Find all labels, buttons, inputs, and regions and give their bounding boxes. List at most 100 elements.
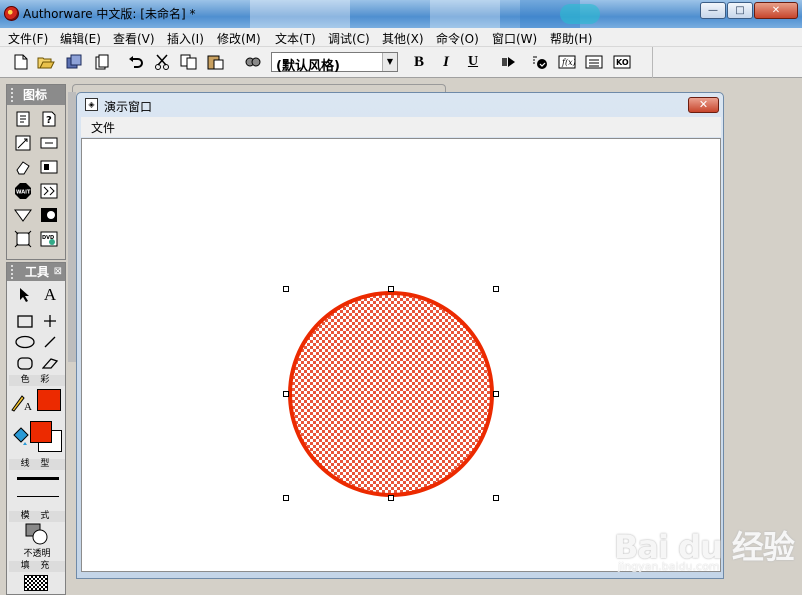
tools-close-icon[interactable]: ⊠ [54, 263, 62, 281]
menu-text[interactable]: 文本(T) [275, 30, 316, 47]
toolbar-divider [652, 47, 653, 78]
open-file-icon[interactable] [37, 53, 55, 71]
presentation-menu-file[interactable]: 文件 [91, 119, 115, 136]
svg-text:f(x): f(x) [561, 58, 576, 67]
selection-handle[interactable] [283, 495, 289, 501]
italic-button[interactable]: I [437, 53, 455, 71]
pen-color-icon[interactable]: A [10, 392, 34, 412]
menu-insert[interactable]: 插入(I) [167, 30, 204, 47]
paste-icon[interactable] [207, 53, 225, 71]
map-icon[interactable] [12, 229, 34, 249]
menu-command[interactable]: 命令(O) [436, 30, 479, 47]
mode-value: 不透明 [23, 549, 51, 559]
control-panel-icon[interactable] [531, 53, 549, 71]
line-thick[interactable] [17, 477, 59, 480]
ellipse-tool[interactable] [14, 332, 36, 352]
dvd-icon[interactable]: DVD [38, 229, 60, 249]
menu-file[interactable]: 文件(F) [8, 30, 48, 47]
bold-button[interactable]: B [410, 53, 428, 71]
line-tool-straight[interactable] [39, 311, 61, 331]
import-icon[interactable] [65, 53, 83, 71]
menu-modify[interactable]: 修改(M) [217, 30, 261, 47]
diagonal-line-tool[interactable] [39, 332, 61, 352]
minimize-button[interactable]: — [700, 2, 726, 19]
icons-palette-header[interactable]: 图标 [7, 85, 65, 105]
tools-palette-title: 工具 [25, 265, 50, 279]
icons-palette: 图标 ? WAIT DVD [6, 84, 66, 260]
menu-bar: 文件(F) 编辑(E) 查看(V) 插入(I) 修改(M) 文本(T) 调试(C… [0, 28, 802, 47]
presentation-title-bar[interactable]: ◈ 演示窗口 ✕ [77, 93, 723, 117]
menu-edit[interactable]: 编辑(E) [60, 30, 101, 47]
motion-icon[interactable] [12, 133, 34, 153]
svg-text:?: ? [46, 115, 52, 126]
color-section-label: 色 彩 [9, 375, 65, 386]
chevron-down-icon[interactable]: ▼ [382, 53, 397, 71]
text-style-select[interactable]: (默认风格) ▼ [271, 52, 398, 74]
close-button[interactable]: ✕ [754, 2, 798, 19]
digital-movie-icon[interactable] [38, 205, 60, 225]
rectangle-tool[interactable] [14, 311, 36, 331]
opaque-mode-icon[interactable] [23, 523, 51, 545]
tools-palette: 工具 ⊠ A 色 彩 A 线 型 模 式 不透明 填 充 [6, 262, 66, 595]
pointer-tool[interactable] [14, 285, 36, 305]
knowledge-objects-icon[interactable]: KO [613, 53, 631, 71]
underline-button[interactable]: U [464, 53, 482, 71]
mode-section-label: 模 式 [9, 511, 65, 522]
presentation-menu-bar: 文件 [81, 117, 721, 137]
stroke-color-swatch[interactable] [37, 389, 61, 411]
selection-handle[interactable] [388, 495, 394, 501]
menu-view[interactable]: 查看(V) [113, 30, 155, 47]
undo-icon[interactable] [127, 53, 145, 71]
tools-palette-header[interactable]: 工具 ⊠ [7, 263, 65, 281]
menu-other[interactable]: 其他(X) [382, 30, 424, 47]
variables-icon[interactable] [585, 53, 603, 71]
desktop-blur [250, 0, 350, 28]
selection-handle[interactable] [493, 391, 499, 397]
fill-bucket-icon[interactable] [10, 426, 32, 446]
watermark-url: jingyan.baidu.com [618, 560, 720, 573]
sound-box-icon[interactable] [38, 157, 60, 177]
fill-section-label: 填 充 [9, 561, 65, 572]
presentation-close-button[interactable]: ✕ [688, 97, 719, 113]
cut-icon[interactable] [153, 53, 171, 71]
line-thin[interactable] [17, 496, 59, 497]
run-icon[interactable] [500, 53, 518, 71]
find-icon[interactable] [244, 53, 262, 71]
question-icon[interactable]: ? [38, 109, 60, 129]
functions-icon[interactable]: f(x) [558, 53, 576, 71]
icons-palette-title: 图标 [23, 88, 48, 102]
navigate-icon[interactable] [38, 181, 60, 201]
grip-icon[interactable] [11, 265, 15, 279]
filled-circle-shape[interactable] [288, 291, 494, 497]
selection-handle[interactable] [388, 286, 394, 292]
selection-handle[interactable] [493, 286, 499, 292]
menu-debug[interactable]: 调试(C) [328, 30, 370, 47]
grip-icon[interactable] [11, 88, 15, 102]
svg-text:A: A [24, 401, 32, 412]
menu-window[interactable]: 窗口(W) [492, 30, 537, 47]
new-file-icon[interactable] [12, 53, 30, 71]
erase-icon[interactable] [12, 157, 34, 177]
fill-pattern-swatch[interactable] [24, 575, 48, 591]
selection-handle[interactable] [493, 495, 499, 501]
maximize-button[interactable]: □ [727, 2, 753, 19]
svg-text:WAIT: WAIT [16, 190, 31, 196]
menu-help[interactable]: 帮助(H) [550, 30, 592, 47]
display-icon[interactable] [12, 109, 34, 129]
rounded-rectangle-tool[interactable] [14, 353, 36, 373]
presentation-canvas[interactable] [81, 138, 721, 572]
decision-icon[interactable] [12, 205, 34, 225]
wait-box-icon[interactable] [38, 133, 60, 153]
fill-color-swatch[interactable] [30, 421, 52, 443]
text-tool[interactable]: A [39, 285, 61, 305]
selection-handle[interactable] [283, 391, 289, 397]
authorware-app-icon[interactable] [4, 6, 19, 21]
selection-handle[interactable] [283, 286, 289, 292]
wait-icon[interactable]: WAIT [12, 181, 34, 201]
polygon-tool[interactable] [39, 353, 61, 373]
copy-icon[interactable] [180, 53, 198, 71]
presentation-window: ◈ 演示窗口 ✕ 文件 [76, 92, 724, 579]
title-bar: Authorware 中文版: [未命名] * — □ ✕ [0, 0, 802, 28]
save-icon[interactable] [93, 53, 111, 71]
presentation-title: 演示窗口 [104, 100, 153, 114]
